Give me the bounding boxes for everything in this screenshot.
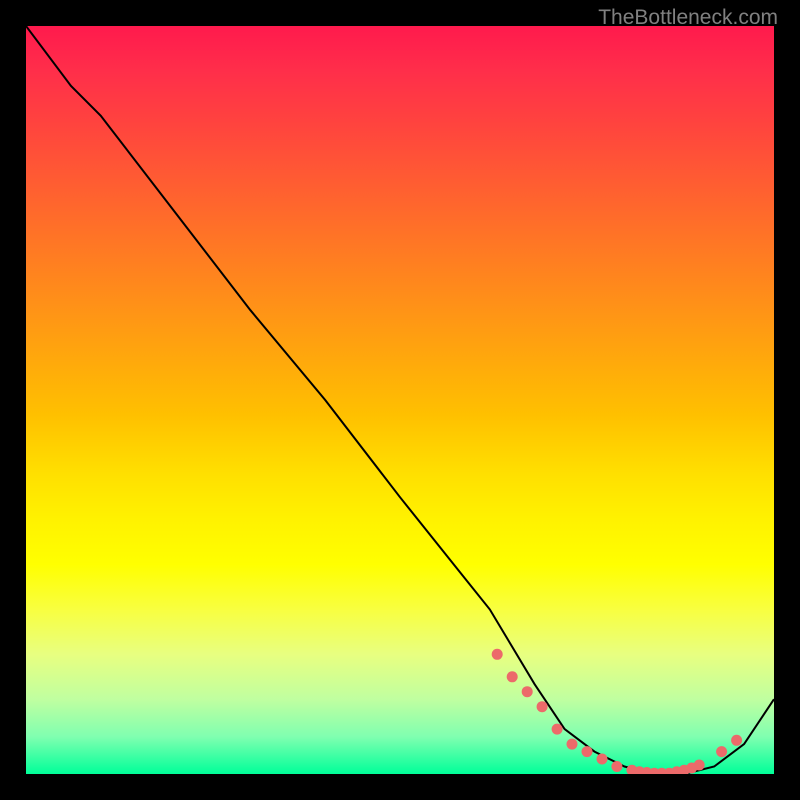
data-marker: [582, 746, 593, 757]
data-marker: [597, 754, 608, 765]
data-markers: [492, 649, 742, 774]
data-marker: [552, 724, 563, 735]
chart-svg: [26, 26, 774, 774]
watermark-text: TheBottleneck.com: [598, 6, 778, 30]
data-marker: [716, 746, 727, 757]
data-marker: [507, 671, 518, 682]
data-marker: [522, 686, 533, 697]
data-marker: [492, 649, 503, 660]
data-marker: [611, 761, 622, 772]
data-marker: [694, 760, 705, 771]
data-marker: [567, 739, 578, 750]
data-marker: [731, 735, 742, 746]
data-marker: [537, 701, 548, 712]
bottleneck-curve-line: [26, 26, 774, 774]
